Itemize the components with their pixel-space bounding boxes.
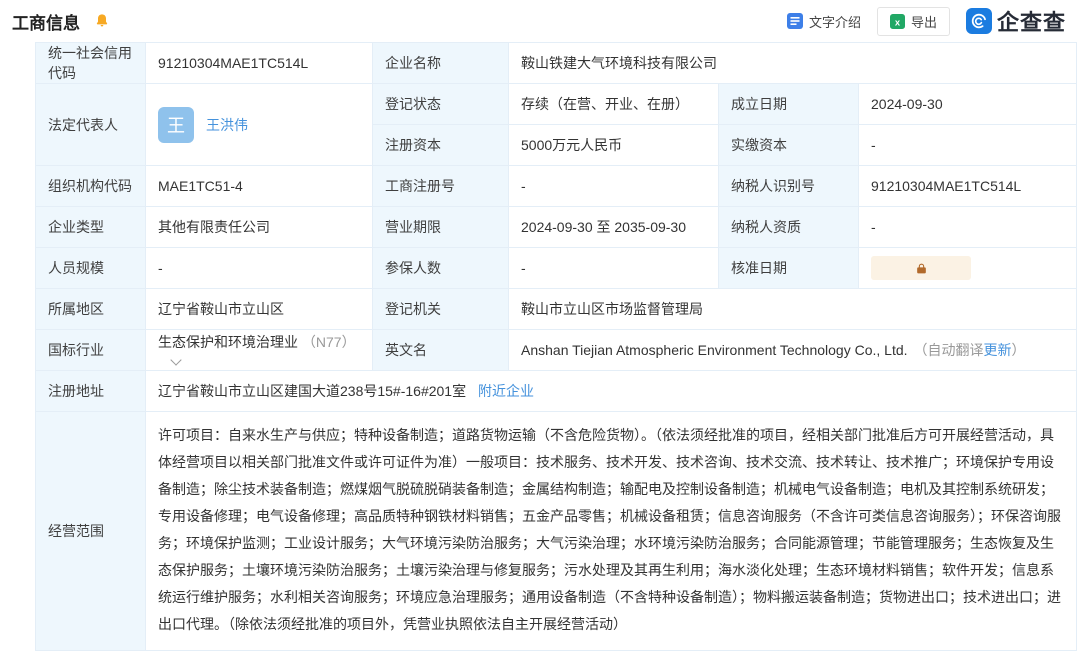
table-row: 国标行业 生态保护和环境治理业 （N77） 英文名 Anshan Tiejian… xyxy=(36,330,1077,371)
business-scope-label: 经营范围 xyxy=(36,412,146,651)
org-code-label: 组织机构代码 xyxy=(36,166,146,207)
table-row: 人员规模 - 参保人数 - 核准日期 xyxy=(36,248,1077,289)
text-intro-button[interactable]: 文字介绍 xyxy=(787,12,861,31)
insured-count-label: 参保人数 xyxy=(373,248,509,289)
lock-icon xyxy=(915,262,928,275)
header-tools: 文字介绍 x 导出 企查查 xyxy=(787,5,1066,37)
staff-size-label: 人员规模 xyxy=(36,248,146,289)
table-row: 统一社会信用代码 91210304MAE1TC514L 企业名称 鞍山铁建大气环… xyxy=(36,43,1077,84)
table-row: 注册地址 辽宁省鞍山市立山区建国大道238号15#-16#201室 附近企业 xyxy=(36,371,1077,412)
nearby-companies-link[interactable]: 附近企业 xyxy=(478,383,534,399)
table-row: 所属地区 辽宁省鞍山市立山区 登记机关 鞍山市立山区市场监督管理局 xyxy=(36,289,1077,330)
chevron-down-icon[interactable] xyxy=(170,355,181,366)
established-value: 2024-09-30 xyxy=(859,84,1077,125)
credit-code-label: 统一社会信用代码 xyxy=(36,43,146,84)
locked-value[interactable] xyxy=(871,256,971,280)
taxpayer-cert-value: - xyxy=(859,207,1077,248)
paid-capital-label: 实缴资本 xyxy=(719,125,859,166)
reg-address-label: 注册地址 xyxy=(36,371,146,412)
bell-icon[interactable] xyxy=(94,13,110,29)
english-name-label: 英文名 xyxy=(373,330,509,371)
english-name-cell: Anshan Tiejian Atmospheric Environment T… xyxy=(509,330,1077,371)
reg-status-label: 登记状态 xyxy=(373,84,509,125)
legal-rep-label: 法定代表人 xyxy=(36,84,146,166)
auto-translate-note: （自动翻译 xyxy=(914,342,984,358)
taxpayer-cert-label: 纳税人资质 xyxy=(719,207,859,248)
svg-text:x: x xyxy=(895,17,901,27)
company-type-value: 其他有限责任公司 xyxy=(146,207,373,248)
taxpayer-id-value: 91210304MAE1TC514L xyxy=(859,166,1077,207)
page-title: 工商信息 xyxy=(12,9,80,34)
export-label: 导出 xyxy=(911,12,937,31)
english-name-value: Anshan Tiejian Atmospheric Environment T… xyxy=(521,342,908,358)
reg-address-value: 辽宁省鞍山市立山区建国大道238号15#-16#201室 xyxy=(158,383,466,399)
reg-status-value: 存续（在营、开业、在册） xyxy=(509,84,719,125)
table-row: 企业类型 其他有限责任公司 营业期限 2024-09-30 至 2035-09-… xyxy=(36,207,1077,248)
industry-label: 国标行业 xyxy=(36,330,146,371)
reg-address-cell: 辽宁省鞍山市立山区建国大道238号15#-16#201室 附近企业 xyxy=(146,371,1077,412)
brand-name: 企查查 xyxy=(997,5,1066,37)
approval-date-value xyxy=(859,248,1077,289)
paid-capital-value: - xyxy=(859,125,1077,166)
table-row: 经营范围 许可项目：自来水生产与供应；特种设备制造；道路货物运输（不含危险货物）… xyxy=(36,412,1077,651)
company-name-value: 鞍山铁建大气环境科技有限公司 xyxy=(509,43,1077,84)
table-row: 组织机构代码 MAE1TC51-4 工商注册号 - 纳税人识别号 9121030… xyxy=(36,166,1077,207)
credit-code-value: 91210304MAE1TC514L xyxy=(146,43,373,84)
table-row: 法定代表人 王 王洪伟 登记状态 存续（在营、开业、在册） 成立日期 2024-… xyxy=(36,84,1077,125)
legal-rep-name-link[interactable]: 王洪伟 xyxy=(206,115,248,135)
reg-capital-value: 5000万元人民币 xyxy=(509,125,719,166)
text-intro-icon xyxy=(787,13,803,29)
reg-number-value: - xyxy=(509,166,719,207)
insured-count-value: - xyxy=(509,248,719,289)
legal-rep-avatar[interactable]: 王 xyxy=(158,107,194,143)
auto-translate-note-close: ） xyxy=(1012,342,1026,358)
translate-update-link[interactable]: 更新 xyxy=(984,342,1012,358)
qichacha-logo[interactable]: 企查查 xyxy=(966,5,1066,37)
business-scope-value: 许可项目：自来水生产与供应；特种设备制造；道路货物运输（不含危险货物）。（依法须… xyxy=(146,412,1077,651)
reg-authority-value: 鞍山市立山区市场监督管理局 xyxy=(509,289,1077,330)
excel-export-icon: x xyxy=(890,14,905,29)
staff-size-value: - xyxy=(146,248,373,289)
company-type-label: 企业类型 xyxy=(36,207,146,248)
industry-value: 生态保护和环境治理业 xyxy=(158,334,298,350)
established-label: 成立日期 xyxy=(719,84,859,125)
approval-date-label: 核准日期 xyxy=(719,248,859,289)
business-info-table: 统一社会信用代码 91210304MAE1TC514L 企业名称 鞍山铁建大气环… xyxy=(35,42,1077,651)
industry-code: （N77） xyxy=(302,334,356,350)
org-code-value: MAE1TC51-4 xyxy=(146,166,373,207)
export-button[interactable]: x 导出 xyxy=(877,7,950,36)
business-term-label: 营业期限 xyxy=(373,207,509,248)
section-header: 工商信息 文字介绍 x 导出 企查查 xyxy=(0,0,1080,42)
qichacha-logo-icon xyxy=(966,8,992,34)
taxpayer-id-label: 纳税人识别号 xyxy=(719,166,859,207)
company-name-label: 企业名称 xyxy=(373,43,509,84)
reg-number-label: 工商注册号 xyxy=(373,166,509,207)
region-label: 所属地区 xyxy=(36,289,146,330)
reg-capital-label: 注册资本 xyxy=(373,125,509,166)
region-value: 辽宁省鞍山市立山区 xyxy=(146,289,373,330)
text-intro-label: 文字介绍 xyxy=(809,12,861,31)
business-term-value: 2024-09-30 至 2035-09-30 xyxy=(509,207,719,248)
industry-value-cell: 生态保护和环境治理业 （N77） xyxy=(146,330,373,371)
reg-authority-label: 登记机关 xyxy=(373,289,509,330)
legal-rep-cell: 王 王洪伟 xyxy=(146,84,373,166)
